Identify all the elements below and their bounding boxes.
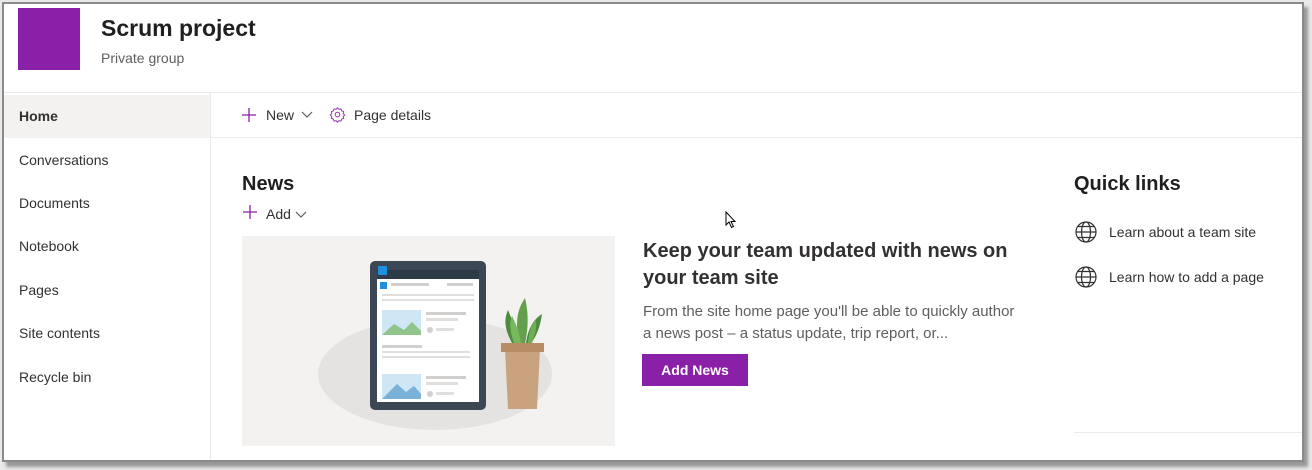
new-button[interactable]: New	[241, 92, 313, 137]
quick-link-item[interactable]: Learn about a team site	[1074, 220, 1256, 244]
news-illustration	[242, 236, 615, 446]
quick-link-label: Learn about a team site	[1109, 224, 1257, 240]
sharepoint-window: Scrum project Private group Home Convers…	[2, 2, 1304, 462]
globe-icon	[1074, 220, 1098, 244]
gear-icon	[329, 106, 346, 123]
news-promo-heading: Keep your team updated with news on your…	[643, 240, 1008, 289]
page-details-label: Page details	[354, 106, 432, 123]
nav-item-documents[interactable]: Documents	[4, 182, 210, 225]
page-details-button[interactable]: Page details	[329, 92, 431, 137]
nav-item-home[interactable]: Home	[4, 95, 210, 138]
new-label: New	[266, 106, 295, 123]
mouse-cursor-icon	[725, 210, 737, 234]
quick-link-item[interactable]: Learn how to add a page	[1074, 265, 1264, 289]
nav-item-recycle-bin[interactable]: Recycle bin	[4, 356, 210, 399]
left-navigation: Home Conversations Documents Notebook Pa…	[4, 92, 211, 460]
add-news-button[interactable]: Add News	[642, 354, 748, 386]
chevron-down-icon	[301, 111, 313, 119]
quick-link-label: Learn how to add a page	[1109, 269, 1264, 285]
globe-icon	[1074, 265, 1098, 289]
command-bar: New Page details	[211, 92, 1302, 138]
quick-links-divider	[1074, 432, 1302, 433]
nav-item-site-contents[interactable]: Site contents	[4, 312, 210, 355]
news-add-button[interactable]: Add	[242, 204, 307, 223]
site-header: Scrum project Private group	[4, 4, 1302, 93]
news-title: News	[242, 173, 295, 195]
nav-item-conversations[interactable]: Conversations	[4, 139, 210, 182]
site-logo[interactable]	[18, 8, 80, 70]
news-promo-body: From the site home page you'll be able t…	[643, 303, 1015, 342]
site-title[interactable]: Scrum project	[101, 15, 256, 42]
plus-icon	[242, 204, 258, 223]
site-subtitle: Private group	[101, 50, 185, 66]
news-add-label: Add	[266, 205, 291, 222]
plus-icon	[241, 107, 257, 123]
quick-links-title: Quick links	[1074, 173, 1181, 195]
nav-item-pages[interactable]: Pages	[4, 269, 210, 312]
nav-item-notebook[interactable]: Notebook	[4, 225, 210, 268]
chevron-down-icon	[295, 206, 307, 222]
